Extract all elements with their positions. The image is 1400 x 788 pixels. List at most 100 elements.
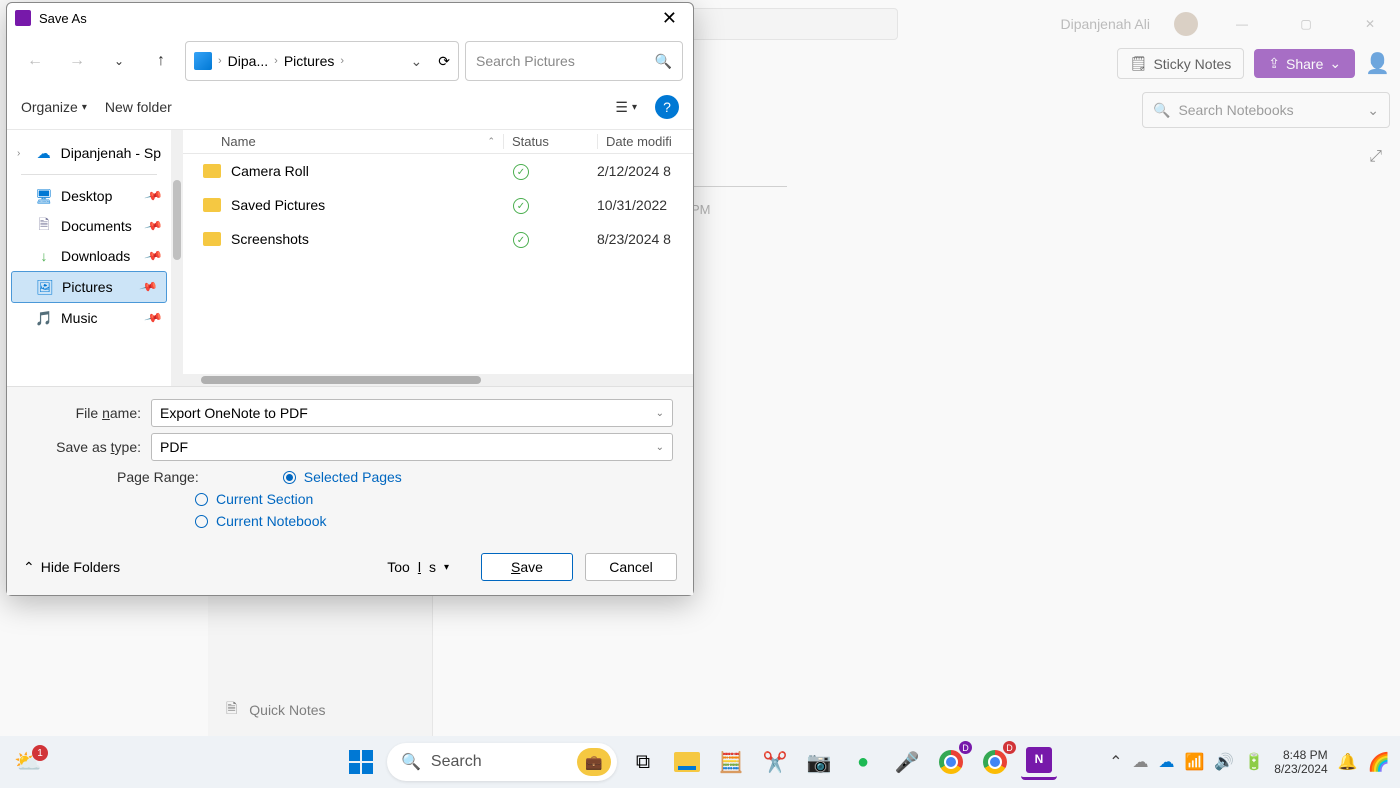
tree-music[interactable]: 🎵 Music 📌 xyxy=(7,303,171,333)
filetype-select[interactable]: PDF ⌄ xyxy=(151,433,673,461)
separator-icon: › xyxy=(340,55,344,67)
weather-widget[interactable]: ⛅ 1 xyxy=(14,747,44,777)
pin-icon[interactable]: 📌 xyxy=(139,277,159,297)
nav-up-button[interactable]: ↑ xyxy=(143,43,179,79)
filename-input[interactable]: Export OneNote to PDF ⌄ xyxy=(151,399,673,427)
cancel-button[interactable]: Cancel xyxy=(585,553,677,581)
tree-label: Pictures xyxy=(62,279,113,295)
synced-icon: ✓ xyxy=(513,232,529,248)
file-list: Name⌃ Status Date modifi Camera Roll ✓ 2… xyxy=(183,130,693,386)
dialog-close-button[interactable]: ✕ xyxy=(654,8,685,29)
nav-back-button[interactable]: ← xyxy=(17,43,53,79)
file-date: 10/31/2022 xyxy=(597,197,693,213)
tree-downloads[interactable]: ↓ Downloads 📌 xyxy=(7,241,171,271)
file-date: 8/23/2024 8 xyxy=(597,231,693,247)
radio-icon xyxy=(195,493,208,506)
clock-time: 8:48 PM xyxy=(1274,748,1327,762)
snip-button[interactable]: ✂️ xyxy=(757,744,793,780)
downloads-icon: ↓ xyxy=(35,247,53,265)
col-date-header[interactable]: Date modifi xyxy=(597,134,693,149)
breadcrumb[interactable]: › Dipa... › Pictures › ⌄ ⟳ xyxy=(185,41,459,81)
radio-label: Selected Pages xyxy=(304,469,402,485)
tools-menu[interactable]: Tools ▾ xyxy=(387,559,449,575)
notebook-search[interactable]: 🔍 Search Notebooks xyxy=(1142,92,1390,128)
sticky-notes-button[interactable]: 🗒 Sticky Notes xyxy=(1117,48,1245,79)
file-name: Camera Roll xyxy=(231,163,503,179)
synced-icon: ✓ xyxy=(513,164,529,180)
file-row[interactable]: Camera Roll ✓ 2/12/2024 8 xyxy=(183,154,693,188)
tree-desktop[interactable]: 🖥 Desktop 📌 xyxy=(7,181,171,211)
save-as-dialog: Save As ✕ ← → ⌄ ↑ › Dipa... › Pictures ›… xyxy=(6,2,694,596)
chevron-down-icon[interactable]: ⌄ xyxy=(656,442,664,453)
folder-search-input[interactable]: Search Pictures 🔍 xyxy=(465,41,683,81)
save-button[interactable]: Save xyxy=(481,553,573,581)
radio-label: Current Section xyxy=(216,491,313,507)
calculator-button[interactable]: 🧮 xyxy=(713,744,749,780)
start-button[interactable] xyxy=(343,744,379,780)
tray-overflow[interactable]: ⌃ xyxy=(1109,752,1122,772)
pictures-icon: 🖼 xyxy=(36,278,54,296)
file-row[interactable]: Saved Pictures ✓ 10/31/2022 xyxy=(183,188,693,222)
hide-folders-button[interactable]: ⌃ Hide Folders xyxy=(23,559,120,576)
explorer-button[interactable] xyxy=(669,744,705,780)
pin-icon[interactable]: 📌 xyxy=(144,308,164,328)
radio-icon xyxy=(283,471,296,484)
organize-menu[interactable]: Organize ▾ xyxy=(21,99,87,115)
chrome-button-2[interactable]: D xyxy=(977,744,1013,780)
chevron-down-icon[interactable]: ⌄ xyxy=(656,408,664,419)
clock-date: 8/23/2024 xyxy=(1274,762,1327,776)
pin-icon[interactable]: 📌 xyxy=(144,246,164,266)
refresh-button[interactable]: ⟳ xyxy=(438,53,450,70)
col-status-header[interactable]: Status xyxy=(503,134,597,149)
minimize-button[interactable]: — xyxy=(1222,9,1262,39)
nav-forward-button[interactable]: → xyxy=(59,43,95,79)
breadcrumb-part[interactable]: Pictures xyxy=(284,53,335,69)
onedrive-icon-2[interactable]: ☁ xyxy=(1159,752,1175,772)
feedback-icon[interactable]: 👤 xyxy=(1365,51,1390,76)
nav-recent-button[interactable]: ⌄ xyxy=(101,43,137,79)
tree-scrollbar[interactable] xyxy=(171,130,183,386)
file-row[interactable]: Screenshots ✓ 8/23/2024 8 xyxy=(183,222,693,256)
wifi-icon[interactable]: 📶 xyxy=(1185,752,1205,772)
tree-documents[interactable]: 🗎 Documents 📌 xyxy=(7,211,171,241)
volume-icon[interactable]: 🔊 xyxy=(1214,752,1234,772)
tree-pictures[interactable]: 🖼 Pictures 📌 xyxy=(11,271,167,303)
chrome-button-1[interactable]: D xyxy=(933,744,969,780)
search-placeholder: Search Pictures xyxy=(476,53,575,69)
mic-button[interactable]: 🎤 xyxy=(889,744,925,780)
maximize-button[interactable]: ▢ xyxy=(1286,9,1326,39)
chevron-right-icon[interactable]: › xyxy=(17,148,27,159)
notifications-button[interactable]: 🔔 xyxy=(1338,752,1358,772)
file-list-scrollbar[interactable] xyxy=(183,374,693,386)
radio-selected-pages[interactable]: Selected Pages xyxy=(283,469,402,485)
camera-button[interactable]: 📷 xyxy=(801,744,837,780)
radio-current-section[interactable]: Current Section xyxy=(195,491,673,507)
onedrive-icon[interactable]: ☁ xyxy=(1133,752,1149,772)
tree-onedrive[interactable]: › ☁ Dipanjenah - Sp xyxy=(7,138,171,168)
task-view-button[interactable]: ⧉ xyxy=(625,744,661,780)
col-name-header[interactable]: Name⌃ xyxy=(183,134,503,149)
close-button[interactable]: ✕ xyxy=(1350,9,1390,39)
hide-folders-label: Hide Folders xyxy=(41,559,120,575)
notebook-search-placeholder: Search Notebooks xyxy=(1178,102,1293,118)
copilot-button[interactable]: 🌈 xyxy=(1368,752,1390,773)
help-button[interactable]: ? xyxy=(655,95,679,119)
taskbar-search[interactable]: 🔍 Search 💼 xyxy=(387,743,617,781)
pin-icon[interactable]: 📌 xyxy=(144,186,164,206)
share-button[interactable]: ⇪ Share ⌄ xyxy=(1254,49,1355,78)
pin-icon[interactable]: 📌 xyxy=(144,216,164,236)
breadcrumb-dropdown[interactable]: ⌄ xyxy=(411,53,423,70)
onenote-button[interactable]: N xyxy=(1021,744,1057,780)
view-menu[interactable]: ☰ ▾ xyxy=(615,99,637,116)
quick-notes-button[interactable]: 🗎 Quick Notes xyxy=(208,684,432,736)
tree-label: Documents xyxy=(61,218,132,234)
spotify-button[interactable]: ● xyxy=(845,744,881,780)
expand-icon[interactable]: ⤢ xyxy=(1369,148,1382,166)
search-icon: 🔍 xyxy=(1153,102,1170,119)
radio-current-notebook[interactable]: Current Notebook xyxy=(195,513,673,529)
clock[interactable]: 8:48 PM 8/23/2024 xyxy=(1274,748,1327,777)
new-folder-button[interactable]: New folder xyxy=(105,99,172,115)
breadcrumb-part[interactable]: Dipa... xyxy=(228,53,268,69)
avatar[interactable] xyxy=(1174,12,1198,36)
battery-icon[interactable]: 🔋 xyxy=(1244,752,1264,772)
